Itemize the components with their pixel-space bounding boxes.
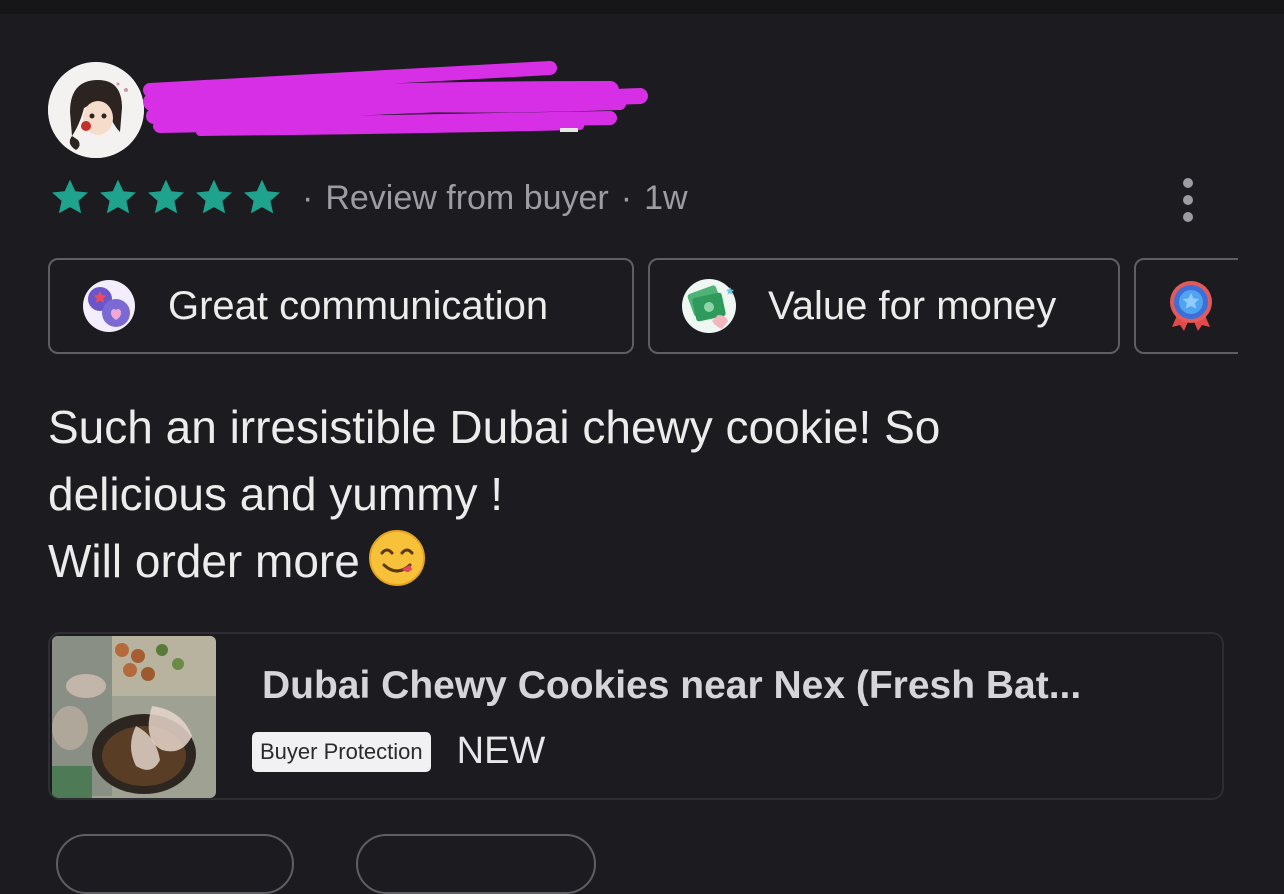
review-text-line-last: Will order more xyxy=(48,528,1128,595)
reviewer-avatar[interactable] xyxy=(48,62,144,158)
star-rating xyxy=(48,176,284,220)
product-title[interactable]: Dubai Chewy Cookies near Nex (Fresh Bat.… xyxy=(262,664,1202,708)
review-time: 1w xyxy=(644,178,688,217)
action-pill-button[interactable] xyxy=(356,834,596,894)
star-icon xyxy=(52,179,88,214)
product-condition: NEW xyxy=(456,730,546,772)
meta-separator: · xyxy=(620,178,633,217)
award-ribbon-icon xyxy=(1170,281,1212,331)
tag-value-for-money[interactable]: Value for money xyxy=(648,258,1120,354)
chat-heart-icon xyxy=(83,280,135,332)
more-options-icon[interactable] xyxy=(1170,172,1206,228)
buyer-protection-badge: Buyer Protection xyxy=(252,731,431,772)
yum-face-emoji xyxy=(368,530,425,586)
review-text-line: delicious and yummy ! xyxy=(48,468,504,520)
star-icon xyxy=(148,179,184,214)
tag-label: Value for money xyxy=(768,283,1057,328)
action-pill-button[interactable] xyxy=(56,834,294,894)
product-badges: Buyer Protection NEW xyxy=(252,730,545,773)
review-text-line: Will order more xyxy=(48,535,360,587)
meta-separator: · xyxy=(302,178,314,217)
redacted-username xyxy=(140,60,660,140)
star-icon xyxy=(100,179,136,214)
review-meta: · Review from buyer · 1w xyxy=(48,176,688,220)
tag-label: Great communication xyxy=(168,283,549,328)
product-card[interactable]: Dubai Chewy Cookies near Nex (Fresh Bat.… xyxy=(48,632,1224,800)
review-source-label: Review from buyer xyxy=(325,178,609,217)
star-icon xyxy=(196,179,232,214)
tag-award[interactable] xyxy=(1134,258,1238,354)
review-text-line: Such an irresistible Dubai chewy cookie!… xyxy=(48,401,941,453)
money-hand-icon xyxy=(682,279,736,333)
review-card: · Review from buyer · 1w Great communica… xyxy=(0,0,1284,894)
review-text: Such an irresistible Dubai chewy cookie!… xyxy=(48,394,1128,595)
star-icon xyxy=(244,179,280,214)
product-thumbnail[interactable] xyxy=(52,636,216,798)
review-tags: Great communication Value for money xyxy=(48,258,1238,356)
tag-great-communication[interactable]: Great communication xyxy=(48,258,634,354)
